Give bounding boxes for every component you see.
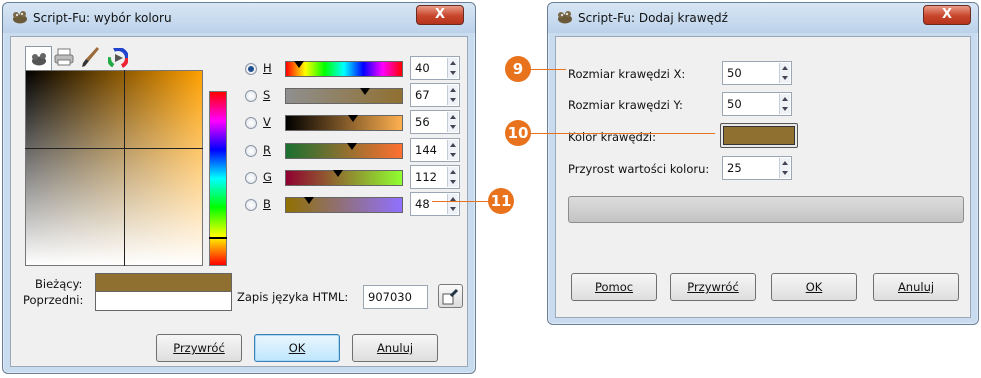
spin-arrows[interactable] <box>447 112 458 132</box>
close-icon: X <box>434 7 446 22</box>
spin-arrows[interactable] <box>447 194 458 214</box>
color-delta-input[interactable]: 25 <box>722 156 792 180</box>
value-g[interactable]: 112 <box>410 165 460 189</box>
slider-thumb[interactable] <box>347 143 357 150</box>
spin-arrows[interactable] <box>779 94 790 114</box>
spin-arrows[interactable] <box>779 63 790 83</box>
reset-button[interactable]: Przywróć <box>156 334 242 362</box>
current-color-swatch <box>95 273 232 292</box>
tab-wheel-selector[interactable] <box>107 47 130 70</box>
callout-badge-9: 9 <box>505 56 531 82</box>
border-size-y-label: Rozmiar krawędzi Y: <box>568 98 683 112</box>
border-color-swatch <box>723 126 795 145</box>
help-button[interactable]: Pomoc <box>571 273 657 301</box>
border-size-x-input[interactable]: 50 <box>722 61 792 85</box>
value-s[interactable]: 67 <box>410 83 460 107</box>
spin-arrows[interactable] <box>447 58 458 78</box>
slider-thumb[interactable] <box>294 61 304 68</box>
hue-marker <box>209 237 227 239</box>
label-g: G <box>263 170 272 184</box>
eyedropper-icon <box>442 288 459 305</box>
add-border-window: Script-Fu: Dodaj krawędź X Rozmiar krawę… <box>547 2 979 325</box>
radio-v[interactable] <box>245 117 257 129</box>
window-content: H 40 S 67 V 56 R 144 G 112 B 48 Bieżący:… <box>10 36 468 367</box>
slider-thumb[interactable] <box>360 88 370 95</box>
radio-b[interactable] <box>245 199 257 211</box>
callout-badge-11: 11 <box>488 188 514 214</box>
cancel-button[interactable]: Anuluj <box>873 273 959 301</box>
radio-r[interactable] <box>245 145 257 157</box>
color-delta-label: Przyrost wartości koloru: <box>568 162 710 176</box>
ok-button[interactable]: OK <box>771 273 857 301</box>
close-button[interactable]: X <box>923 5 971 25</box>
slider-h[interactable] <box>285 61 403 77</box>
close-button[interactable]: X <box>416 5 464 25</box>
current-label: Bieżący: <box>35 277 83 291</box>
slider-thumb[interactable] <box>348 115 358 122</box>
html-notation-label: Zapis języka HTML: <box>237 290 349 304</box>
tab-gimp-selector[interactable] <box>25 46 52 70</box>
ok-button[interactable]: OK <box>254 334 340 362</box>
label-b: B <box>263 197 271 211</box>
spin-arrows[interactable] <box>447 167 458 187</box>
slider-s[interactable] <box>285 88 403 104</box>
spin-arrows[interactable] <box>779 158 790 178</box>
printer-icon <box>54 48 74 66</box>
border-color-button[interactable] <box>720 123 798 148</box>
value-r[interactable]: 144 <box>410 138 460 162</box>
close-icon: X <box>941 7 953 22</box>
spin-arrows[interactable] <box>447 85 458 105</box>
radio-h[interactable] <box>245 63 257 75</box>
value-h[interactable]: 40 <box>410 56 460 80</box>
value-v[interactable]: 56 <box>410 110 460 134</box>
gimp-icon <box>13 11 27 24</box>
label-s: S <box>263 88 271 102</box>
cancel-button[interactable]: Anuluj <box>352 334 438 362</box>
window-content: Rozmiar krawędzi X: 50 Rozmiar krawędzi … <box>555 36 971 318</box>
window-title: Script-Fu: wybór koloru <box>33 11 172 25</box>
value-b[interactable]: 48 <box>410 192 460 216</box>
slider-r[interactable] <box>285 143 403 159</box>
callout-badge-10: 10 <box>505 120 531 146</box>
previous-label: Poprzedni: <box>23 293 84 307</box>
border-size-y-input[interactable]: 50 <box>722 92 792 116</box>
callout-line-10 <box>530 133 715 134</box>
title-bar[interactable]: Script-Fu: wybór koloru X <box>3 3 475 33</box>
radio-s[interactable] <box>245 90 257 102</box>
brush-icon <box>82 47 99 67</box>
slider-v[interactable] <box>285 115 403 131</box>
slider-thumb[interactable] <box>333 170 343 177</box>
border-size-x-label: Rozmiar krawędzi X: <box>568 67 686 81</box>
window-title: Script-Fu: Dodaj krawędź <box>578 11 728 25</box>
slider-g[interactable] <box>285 170 403 186</box>
spin-arrows[interactable] <box>447 140 458 160</box>
callout-line-9 <box>530 69 566 70</box>
label-h: H <box>263 61 272 75</box>
label-r: R <box>263 143 271 157</box>
previous-color-swatch <box>95 292 232 311</box>
html-notation-input[interactable]: 907030 <box>363 285 428 309</box>
color-picker-window: Script-Fu: wybór koloru X H 40 S 67 V 56… <box>2 2 476 374</box>
tab-cmyk-selector[interactable] <box>54 48 79 70</box>
slider-thumb[interactable] <box>304 197 314 204</box>
label-v: V <box>263 115 271 129</box>
callout-line-11 <box>432 201 490 202</box>
tab-watercolor-selector[interactable] <box>81 46 106 70</box>
title-bar[interactable]: Script-Fu: Dodaj krawędź X <box>548 3 978 33</box>
progress-bar <box>568 196 964 223</box>
radio-g[interactable] <box>245 172 257 184</box>
crosshair-horizontal <box>25 148 203 149</box>
hue-strip[interactable] <box>209 91 227 266</box>
gimp-icon <box>558 11 572 24</box>
color-picker-button[interactable] <box>438 284 463 308</box>
gimp-icon <box>32 53 46 66</box>
color-square[interactable] <box>25 70 203 266</box>
reset-button[interactable]: Przywróć <box>670 273 756 301</box>
color-wheel-icon <box>107 47 129 69</box>
slider-b[interactable] <box>285 197 403 213</box>
crosshair-vertical <box>124 70 125 266</box>
